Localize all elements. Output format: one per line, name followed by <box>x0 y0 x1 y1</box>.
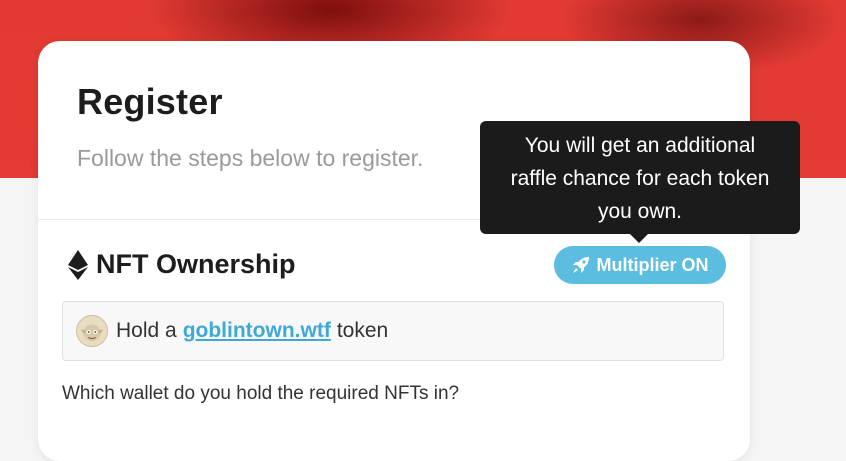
registration-card: Register Follow the steps below to regis… <box>38 41 750 461</box>
collection-link[interactable]: goblintown.wtf <box>183 319 331 343</box>
ethereum-icon <box>68 249 88 280</box>
page-title: Register <box>77 81 223 122</box>
tooltip-line: raffle chance for each token <box>510 167 770 190</box>
page-subtitle: Follow the steps below to register. <box>77 145 424 171</box>
multiplier-tooltip: You will get an additional raffle chance… <box>480 121 800 234</box>
requirement-suffix: token <box>336 319 389 342</box>
tooltip-arrow <box>629 233 649 243</box>
section-heading: NFT Ownership <box>68 249 296 280</box>
goblin-avatar-icon <box>76 315 108 347</box>
requirement-prefix: Hold a <box>116 319 177 342</box>
section-title: NFT Ownership <box>96 249 296 279</box>
multiplier-label: Multiplier ON <box>596 254 709 275</box>
multiplier-badge[interactable]: Multiplier ON <box>554 246 726 284</box>
tooltip-line: you own. <box>597 200 683 223</box>
rocket-icon <box>572 257 589 273</box>
nft-requirement: Hold a goblintown.wtf token <box>62 301 724 361</box>
wallet-question: Which wallet do you hold the required NF… <box>62 383 460 404</box>
tooltip-line: You will get an additional <box>524 134 756 157</box>
